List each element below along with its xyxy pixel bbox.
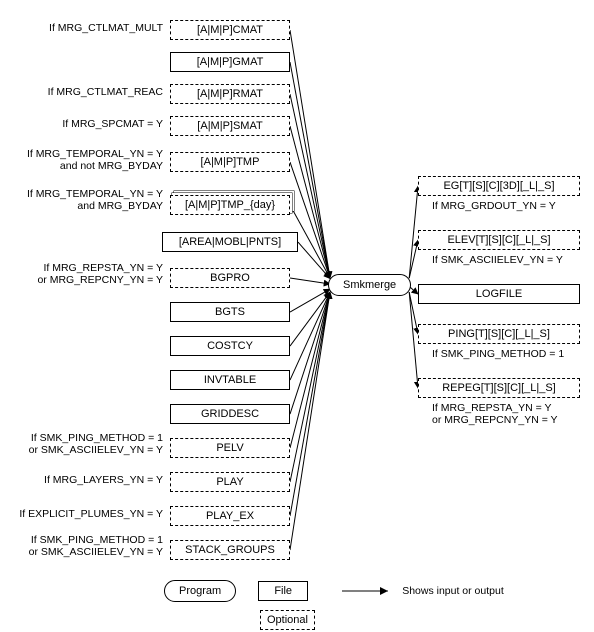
input-file-griddesc: GRIDDESC <box>170 404 290 424</box>
cond-bgpro: If MRG_REPSTA_YN = Yor MRG_REPCNY_YN = Y <box>18 262 163 286</box>
cond-play: If MRG_LAYERS_YN = Y <box>18 474 163 486</box>
output-file-ping: PING[T][S][C][_L|_S] <box>418 324 580 344</box>
cond-smat: If MRG_SPCMAT = Y <box>18 118 163 130</box>
cond-tmpday: If MRG_TEMPORAL_YN = Yand MRG_BYDAY <box>18 188 163 212</box>
program-node-smkmerge: Smkmerge <box>328 274 411 296</box>
legend-arrow-icon <box>340 585 396 597</box>
cond-ping: If SMK_PING_METHOD = 1 <box>432 348 564 360</box>
legend-program: Program <box>164 580 236 602</box>
input-file-pelv: PELV <box>170 438 290 458</box>
output-file-repeg: REPEG[T][S][C][_L|_S] <box>418 378 580 398</box>
input-file-play: PLAY <box>170 472 290 492</box>
output-file-eg: EG[T][S][C][3D][_L|_S] <box>418 176 580 196</box>
cond-elev: If SMK_ASCIIELEV_YN = Y <box>432 254 563 266</box>
cond-rmat: If MRG_CTLMAT_REAC <box>18 86 163 98</box>
input-file-gmat: [A|M|P]GMAT <box>170 52 290 72</box>
legend-arrow-label: Shows input or output <box>402 585 504 597</box>
input-file-costcy: COSTCY <box>170 336 290 356</box>
input-file-rmat: [A|M|P]RMAT <box>170 84 290 104</box>
diagram-stage: Smkmerge [A|M|P]CMAT [A|M|P]GMAT [A|M|P]… <box>0 0 594 627</box>
input-file-stackgroups: STACK_GROUPS <box>170 540 290 560</box>
cond-eg: If MRG_GRDOUT_YN = Y <box>432 200 556 212</box>
input-file-tmp: [A|M|P]TMP <box>170 152 290 172</box>
legend-file: File <box>258 581 308 601</box>
input-file-cmat: [A|M|P]CMAT <box>170 20 290 40</box>
cond-pelv: If SMK_PING_METHOD = 1or SMK_ASCIIELEV_Y… <box>18 432 163 456</box>
legend: Program File Shows input or output Optio… <box>160 578 540 632</box>
input-file-areamoblpnts: [AREA|MOBL|PNTS] <box>162 232 298 252</box>
cond-tmp: If MRG_TEMPORAL_YN = Yand not MRG_BYDAY <box>18 148 163 172</box>
input-file-bgts: BGTS <box>170 302 290 322</box>
output-file-logfile: LOGFILE <box>418 284 580 304</box>
output-file-elev: ELEV[T][S][C][_L|_S] <box>418 230 580 250</box>
cond-stackg: If SMK_PING_METHOD = 1or SMK_ASCIIELEV_Y… <box>18 534 163 558</box>
input-file-playex: PLAY_EX <box>170 506 290 526</box>
cond-playex: If EXPLICIT_PLUMES_YN = Y <box>18 508 163 520</box>
input-file-tmpday: [A|M|P]TMP_{day} <box>170 195 290 215</box>
cond-cmat: If MRG_CTLMAT_MULT <box>18 22 163 34</box>
cond-repeg: If MRG_REPSTA_YN = Yor MRG_REPCNY_YN = Y <box>432 402 558 426</box>
input-file-invtable: INVTABLE <box>170 370 290 390</box>
input-file-smat: [A|M|P]SMAT <box>170 116 290 136</box>
legend-optional: Optional <box>260 610 315 630</box>
input-file-bgpro: BGPRO <box>170 268 290 288</box>
